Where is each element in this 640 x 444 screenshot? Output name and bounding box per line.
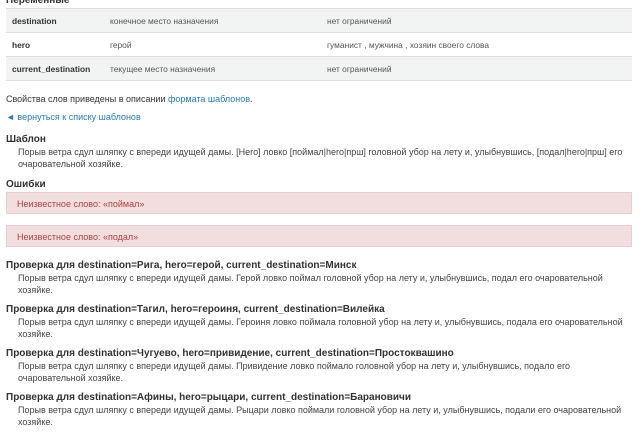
check-block: Проверка для destination=Рига, hero=геро…: [6, 259, 632, 296]
variable-restrictions: гуманист , мужчина , хозяин своего слова: [321, 32, 632, 57]
check-text: Порыв ветра сдул шляпку с впереди идущей…: [18, 361, 571, 383]
variable-name: current_destination: [6, 56, 104, 81]
error-alert: Неизвестное слово: «поймал»: [6, 192, 632, 214]
check-block: Проверка для destination=Тагил, hero=гер…: [6, 303, 632, 340]
variable-restrictions: нет ограничений: [321, 56, 632, 81]
check-text: Порыв ветра сдул шляпку с впереди идущей…: [18, 273, 603, 295]
check-heading: Проверка для destination=Рига, hero=геро…: [6, 260, 357, 271]
variable-description: герой: [104, 32, 321, 57]
variable-restrictions: нет ограничений: [321, 8, 632, 33]
properties-note-prefix: Свойства слов приведены в описании: [6, 94, 168, 104]
errors-heading: Ошибки: [6, 179, 46, 190]
variable-name: hero: [6, 32, 104, 57]
variable-name: destination: [6, 8, 104, 33]
variables-heading: Переменные: [6, 0, 70, 6]
check-heading: Проверка для destination=Чугуево, hero=п…: [6, 348, 454, 359]
variable-description: конечное место назначения: [104, 8, 321, 33]
table-row: current_destination текущее место назнач…: [6, 56, 632, 81]
check-heading: Проверка для destination=Афины, hero=рыц…: [6, 392, 411, 403]
properties-note: Свойства слов приведены в описании форма…: [6, 93, 632, 105]
table-row: hero герой гуманист , мужчина , хозяин с…: [6, 32, 632, 57]
check-text: Порыв ветра сдул шляпку с впереди идущей…: [18, 405, 622, 427]
template-text: Порыв ветра сдул шляпку с впереди идущей…: [18, 147, 623, 169]
check-block: Проверка для destination=Чугуево, hero=п…: [6, 347, 632, 384]
template-heading: Шаблон: [6, 134, 46, 145]
properties-note-suffix: .: [250, 94, 253, 104]
check-block: Проверка для destination=Афины, hero=рыц…: [6, 391, 632, 428]
check-text: Порыв ветра сдул шляпку с впереди идущей…: [18, 317, 623, 339]
variable-description: текущее место назначения: [104, 56, 321, 81]
variables-table: destination конечное место назначения не…: [6, 8, 632, 81]
error-alert: Неизвестное слово: «подал»: [6, 225, 632, 247]
check-heading: Проверка для destination=Тагил, hero=гер…: [6, 304, 385, 315]
back-to-templates-link[interactable]: ◄ вернуться к списку шаблонов: [6, 112, 141, 122]
page-content: Переменные destination конечное место на…: [6, 0, 632, 428]
table-row: destination конечное место назначения не…: [6, 8, 632, 33]
template-format-link[interactable]: формата шаблонов: [168, 94, 250, 104]
